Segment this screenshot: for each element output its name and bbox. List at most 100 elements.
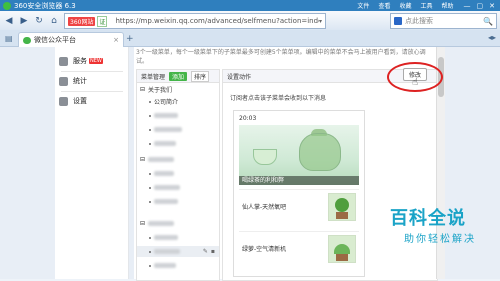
expand-icon[interactable]: ⊟	[140, 156, 145, 163]
hand-cursor-icon: ☝	[412, 77, 419, 88]
tab-scroll-icon[interactable]: ◂▸	[488, 33, 496, 42]
tab-title: 微信公众平台	[34, 36, 76, 44]
submenu-item-blurred[interactable]	[137, 124, 219, 135]
news-message-card[interactable]: 20:03 喝绿茶的利和弊 仙人掌-天然氧吧 绿萝-空气清新机	[233, 110, 365, 277]
maximize-button[interactable]: ▢	[477, 2, 484, 10]
sidebar-item-service[interactable]: 服务 NEW	[55, 53, 128, 69]
statistics-icon	[59, 76, 68, 86]
cover-caption: 喝绿茶的利和弊	[239, 176, 359, 185]
window-title: 360安全浏览器 6.3	[14, 1, 76, 10]
refresh-button[interactable]: ↻	[33, 15, 45, 27]
blurred-label	[154, 171, 174, 176]
search-input[interactable]: 点此搜索	[405, 16, 433, 26]
search-icon[interactable]: 🔍	[483, 17, 493, 26]
pothos-thumbnail	[328, 235, 356, 263]
tab-bar: ▤ 微信公众平台 × + ◂▸	[0, 30, 500, 47]
menu-item-about-us[interactable]: ⊟ 关于我们	[137, 84, 219, 95]
watermark-title: 百科全说	[390, 208, 466, 229]
left-gutter	[0, 47, 55, 279]
action-settings-title: 设置动作	[227, 73, 252, 81]
bullet-icon	[149, 114, 151, 117]
expand-icon[interactable]: ⊟	[140, 86, 145, 93]
search-engine-icon[interactable]	[394, 17, 402, 25]
close-window-button[interactable]: ✕	[489, 2, 495, 10]
address-dropdown-icon[interactable]: ▾	[319, 18, 322, 25]
blurred-label	[154, 185, 180, 190]
menu-view[interactable]: 查看	[378, 1, 390, 10]
close-tab-icon[interactable]: ×	[113, 36, 119, 44]
menu-item-label: 关于我们	[148, 87, 173, 94]
news-row-title: 仙人掌-天然氧吧	[242, 204, 287, 211]
cactus-image	[335, 198, 349, 212]
service-icon	[59, 56, 68, 66]
delete-icon[interactable]: ▪	[211, 248, 215, 255]
sidebar-item-settings[interactable]: 设置	[55, 93, 128, 109]
sidebar-item-label: 设置	[73, 97, 87, 105]
gear-icon	[59, 96, 68, 106]
submenu-item-blurred[interactable]	[137, 138, 219, 149]
menu-favorites[interactable]: 收藏	[399, 1, 411, 10]
cactus-thumbnail	[328, 193, 356, 221]
add-menu-button[interactable]: 添加	[169, 71, 188, 81]
menu-management-title: 菜单管理	[141, 73, 166, 81]
minimize-button[interactable]: —	[464, 2, 471, 10]
address-bar[interactable]: 360网站 证 https://mp.weixin.qq.com/advance…	[64, 13, 326, 29]
sidebar-item-statistics[interactable]: 统计	[55, 73, 128, 89]
menu-item-blurred[interactable]: ⊟	[137, 218, 219, 229]
menu-tools[interactable]: 工具	[420, 1, 432, 10]
bullet-icon	[149, 128, 151, 131]
blurred-label	[148, 221, 175, 226]
bullet-icon	[149, 250, 151, 253]
certificate-icon[interactable]: 证	[97, 15, 108, 27]
pothos-image	[334, 244, 350, 254]
submenu-item-company-profile[interactable]: 公司简介	[137, 96, 219, 107]
message-time: 20:03	[239, 115, 257, 122]
sidebar: 服务 NEW 统计 设置	[55, 47, 129, 279]
bullet-icon	[149, 236, 151, 239]
expand-icon[interactable]: ⊟	[140, 220, 145, 227]
new-tab-button[interactable]: +	[126, 34, 134, 44]
submenu-item-blurred[interactable]	[137, 232, 219, 243]
tab-wechat-platform[interactable]: 微信公众平台 ×	[18, 32, 124, 47]
menu-management-panel: 菜单管理 添加 排序 ⊟ 关于我们 公司简介 ⊟ ⊟ ✎ ▪	[136, 69, 220, 281]
url-text[interactable]: https://mp.weixin.qq.com/advanced/selfme…	[115, 17, 319, 25]
sidebar-item-label: 服务	[73, 57, 87, 65]
menu-panel-header: 菜单管理 添加 排序	[137, 70, 219, 83]
sidebar-divider	[61, 71, 123, 72]
submenu-item-blurred[interactable]	[137, 110, 219, 121]
watermark-subtitle: 助你轻松解决	[404, 234, 476, 245]
teapot-image	[299, 133, 341, 171]
new-badge: NEW	[89, 58, 103, 64]
action-subtitle: 订阅者点击该子菜单会收到以下消息	[230, 95, 327, 102]
sort-menu-button[interactable]: 排序	[191, 70, 210, 82]
forward-button[interactable]: ▶	[18, 15, 30, 27]
navigation-toolbar: ◀ ▶ ↻ ⌂ ★ 360网站 证 https://mp.weixin.qq.c…	[0, 11, 500, 31]
blurred-label	[154, 235, 178, 240]
bullet-icon	[149, 100, 151, 103]
menu-help[interactable]: 帮助	[441, 1, 453, 10]
search-box[interactable]: 点此搜索 🔍	[390, 13, 497, 29]
browser-logo-icon	[3, 1, 11, 10]
teacup-image	[253, 149, 277, 165]
blurred-label	[154, 199, 178, 204]
bullet-icon	[149, 186, 151, 189]
back-button[interactable]: ◀	[3, 15, 15, 27]
news-row-cactus[interactable]: 仙人掌-天然氧吧	[239, 189, 359, 222]
submenu-item-blurred[interactable]	[137, 260, 219, 271]
watermark: 百科全说 助你轻松解决	[390, 204, 495, 254]
submenu-item-blurred[interactable]	[137, 182, 219, 193]
sidebar-divider	[61, 91, 123, 92]
news-row-pothos[interactable]: 绿萝-空气清新机	[239, 231, 359, 264]
edit-pencil-icon[interactable]: ✎	[203, 248, 208, 255]
site-badge[interactable]: 360网站	[68, 16, 96, 26]
menu-file[interactable]: 文件	[357, 1, 369, 10]
bullet-icon	[149, 142, 151, 145]
submenu-item-selected[interactable]: ✎ ▪	[137, 246, 219, 257]
home-button[interactable]: ⌂	[48, 15, 60, 27]
cover-image[interactable]: 喝绿茶的利和弊	[239, 125, 359, 185]
submenu-item-blurred[interactable]	[137, 168, 219, 179]
tab-menu-icon[interactable]: ▤	[5, 34, 13, 43]
menu-item-blurred[interactable]: ⊟	[137, 154, 219, 165]
window-controls: — ▢ ✕	[464, 2, 496, 10]
submenu-item-blurred[interactable]	[137, 196, 219, 207]
